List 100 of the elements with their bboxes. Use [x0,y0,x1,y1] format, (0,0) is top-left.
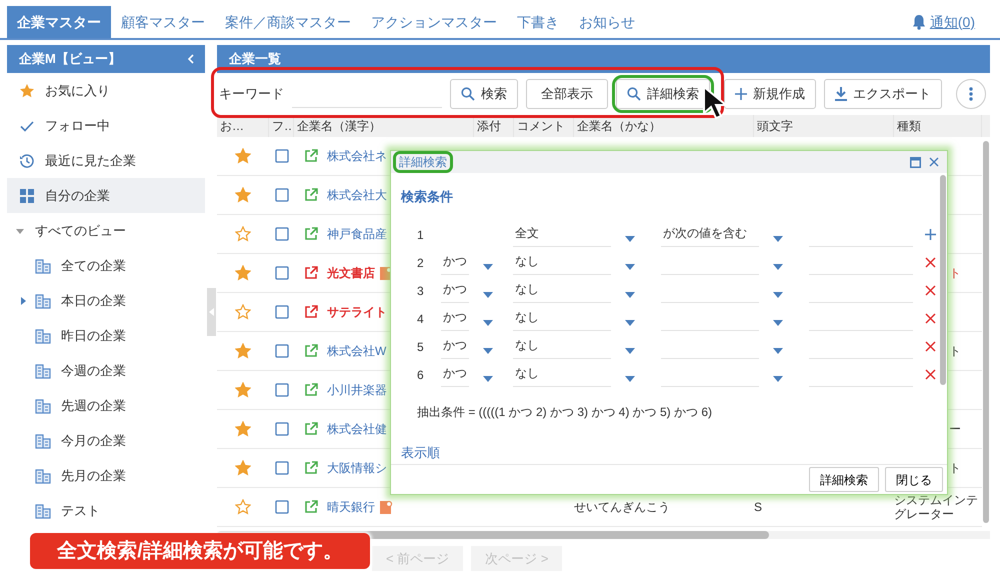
star-icon[interactable] [235,460,251,476]
checkbox[interactable] [274,266,288,280]
caret-down-icon [625,320,635,326]
dialog-button[interactable]: 閉じる [885,467,943,492]
toolbar-button[interactable]: 検索 [450,79,518,109]
star-icon[interactable] [235,187,251,203]
star-icon[interactable] [235,226,251,242]
external-link-icon[interactable] [304,188,318,202]
field-select[interactable]: 全文 [513,222,611,246]
field-select[interactable]: なし [513,334,611,358]
external-link-icon[interactable] [304,344,318,358]
star-icon[interactable] [235,265,251,281]
notification-link[interactable]: 通知(0) [912,6,975,38]
remove-icon[interactable] [925,341,936,352]
star-icon[interactable] [235,148,251,164]
external-link-icon[interactable] [304,305,318,319]
company-link[interactable]: 小川井楽器 [327,381,387,399]
sidebar-item[interactable]: 昨日の企業 [7,318,205,353]
company-link[interactable]: 株式会社健 [327,420,387,438]
sidebar-item[interactable]: 本日の企業 [7,283,205,318]
conjunction-select[interactable]: かつ [441,362,469,386]
sidebar-item[interactable]: すべてのビュー [7,213,205,248]
checkbox[interactable] [274,422,288,436]
checkbox[interactable] [274,149,288,163]
sidebar-item[interactable]: 最近に見た企業 [7,143,205,178]
close-icon[interactable] [929,157,939,167]
company-link[interactable]: 株式会社大 [327,186,387,204]
toolbar-button[interactable]: 新規作成 [724,79,816,109]
dialog-button[interactable]: 詳細検索 [809,467,879,492]
company-link[interactable]: 神戸食品産 [327,225,387,243]
caret-right-icon[interactable] [21,296,26,304]
remove-icon[interactable] [925,313,936,324]
conjunction-select[interactable]: かつ [441,306,469,330]
caret-down-icon [625,236,635,242]
nav-tab[interactable]: 企業マスター [7,6,111,38]
checkbox[interactable] [274,461,288,475]
company-link[interactable]: 大阪情報シ [327,459,387,477]
remove-icon[interactable] [925,285,936,296]
star-icon[interactable] [235,499,251,515]
remove-icon[interactable] [925,369,936,380]
plus-icon [735,88,747,100]
sidebar-item[interactable]: 今週の企業 [7,353,205,388]
company-link[interactable]: 光文書店 [327,264,375,282]
section-title: 検索条件 [401,188,454,206]
field-select[interactable]: なし [513,362,611,386]
sidebar-item[interactable]: お気に入り [7,73,205,108]
nav-tab[interactable]: 案件／商談マスター [215,6,361,38]
checkbox[interactable] [274,227,288,241]
maximize-icon[interactable] [910,156,921,168]
checkbox[interactable] [274,383,288,397]
remove-icon[interactable] [925,257,936,268]
company-link[interactable]: 晴天銀行 [327,498,375,516]
plus-icon[interactable] [925,229,936,240]
external-link-icon[interactable] [304,422,318,436]
row-number: 5 [417,340,424,354]
company-link[interactable]: 株式会社ネ [327,147,387,165]
external-link-icon[interactable] [304,149,318,163]
operator-select[interactable]: が次の値を含む [661,222,759,246]
external-link-icon[interactable] [304,383,318,397]
sidebar-item[interactable]: テスト [7,493,205,528]
external-link-icon[interactable] [304,461,318,475]
conjunction-select[interactable]: かつ [441,278,469,302]
conjunction-select[interactable]: かつ [441,334,469,358]
star-icon[interactable] [235,382,251,398]
toolbar-button[interactable]: 全部表示 [526,79,608,109]
field-select[interactable]: なし [513,278,611,302]
checkbox[interactable] [274,344,288,358]
more-button[interactable] [956,79,986,109]
nav-tab[interactable]: 下書き [507,6,569,38]
star-icon[interactable] [235,304,251,320]
field-select[interactable]: なし [513,306,611,330]
scrollbar[interactable] [983,141,989,523]
toolbar-button[interactable]: エクスポート [824,79,942,109]
company-link[interactable]: 株式会社W [327,342,386,360]
star-icon[interactable] [235,343,251,359]
collapse-icon[interactable] [187,54,195,64]
table-cell-text: せいてんぎんこう [574,499,670,516]
sidebar-item[interactable]: 自分の企業 [7,178,205,213]
building-icon [35,432,51,448]
sidebar-item[interactable]: 先週の企業 [7,388,205,423]
star-icon[interactable] [235,421,251,437]
sidebar-item[interactable]: 今月の企業 [7,423,205,458]
field-select[interactable]: なし [513,250,611,274]
sidebar-item[interactable]: フォロー中 [7,108,205,143]
checkbox[interactable] [274,500,288,514]
nav-tab[interactable]: お知らせ [569,6,645,38]
collapse-handle[interactable] [206,288,216,336]
company-link[interactable]: サテライト [327,303,387,321]
checkbox[interactable] [274,305,288,319]
external-link-icon[interactable] [304,227,318,241]
conjunction-select[interactable]: かつ [441,250,469,274]
nav-tab[interactable]: アクションマスター [361,6,507,38]
scrollbar[interactable] [940,175,946,385]
external-link-icon[interactable] [304,266,318,280]
bell-icon [912,14,926,30]
nav-tab[interactable]: 顧客マスター [111,6,215,38]
external-link-icon[interactable] [304,500,318,514]
sidebar-item[interactable]: 先月の企業 [7,458,205,493]
sidebar-item[interactable]: 全ての企業 [7,248,205,283]
checkbox[interactable] [274,188,288,202]
